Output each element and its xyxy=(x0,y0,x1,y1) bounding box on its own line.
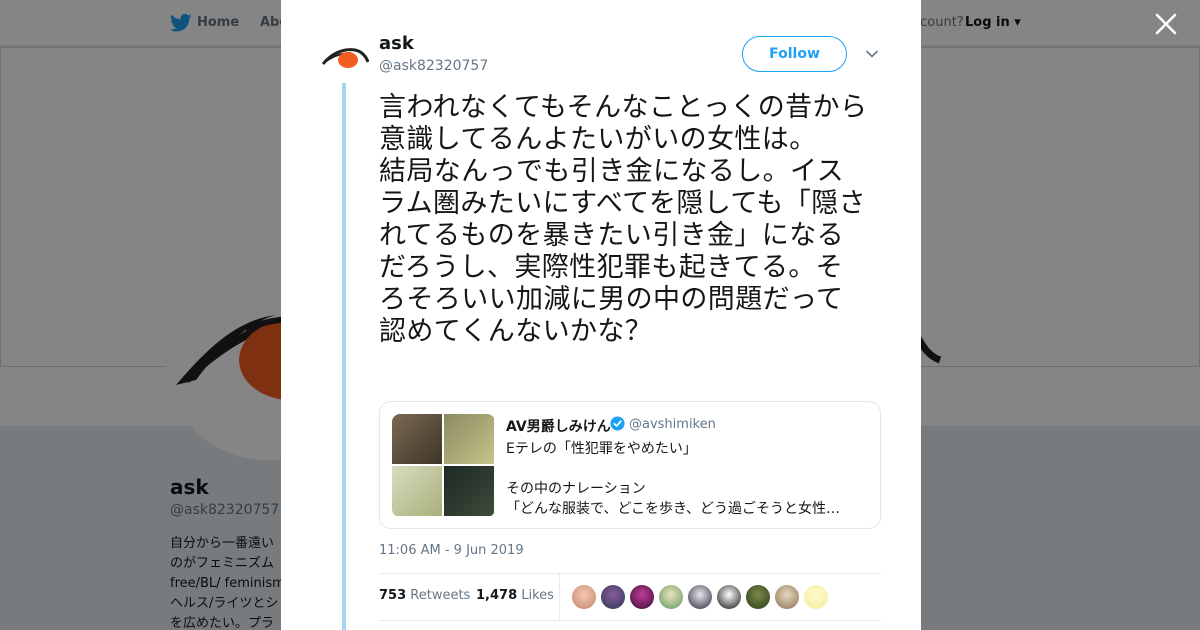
thread-line xyxy=(342,83,346,630)
liker-avatar[interactable] xyxy=(658,584,684,610)
retweets-label: Retweets xyxy=(410,588,471,603)
divider xyxy=(379,573,881,574)
quoted-text-line: 「どんな服装で、どこを歩き、どう過ごそうと女性… xyxy=(506,501,841,517)
retweets-stat[interactable]: 753 Retweets xyxy=(379,588,470,603)
tweet-text: 言われなくてもそんなことっくの昔から意識してるんよたいがいの女性は。 結局なんっ… xyxy=(379,92,869,348)
retweets-count: 753 xyxy=(379,588,407,603)
likes-count: 1,478 xyxy=(476,588,518,603)
tweet-modal: ask @ask82320757 Follow 言われなくてもそんなことっくの昔… xyxy=(281,0,921,630)
liker-avatar[interactable] xyxy=(774,584,800,610)
likes-stat[interactable]: 1,478 Likes xyxy=(476,588,554,603)
tweet-paragraph: 結局なんっでも引き金になるし。イスラム圏みたいにすべてを隠しても「隠されてるもの… xyxy=(379,156,866,347)
follow-button[interactable]: Follow xyxy=(742,36,847,72)
liker-avatar[interactable] xyxy=(716,584,742,610)
quoted-author-handle: @avshimiken xyxy=(629,417,716,432)
liker-avatar[interactable] xyxy=(745,584,771,610)
divider xyxy=(379,620,881,621)
liker-avatar[interactable] xyxy=(687,584,713,610)
quoted-text-line: その中のナレーション xyxy=(506,481,646,497)
liker-avatar[interactable] xyxy=(600,584,626,610)
media-thumbnail xyxy=(444,466,494,516)
verified-badge-icon xyxy=(610,416,625,431)
author-avatar[interactable] xyxy=(321,38,369,86)
author-name[interactable]: ask xyxy=(379,33,414,54)
liker-avatar[interactable] xyxy=(803,584,829,610)
media-thumbnail xyxy=(444,414,494,464)
tweet-timestamp[interactable]: 11:06 AM - 9 Jun 2019 xyxy=(379,543,524,558)
quoted-text-line: Eテレの「性犯罪をやめたい」 xyxy=(506,441,697,457)
tweet-paragraph: 言われなくてもそんなことっくの昔から意識してるんよたいがいの女性は。 xyxy=(379,92,868,155)
close-icon[interactable] xyxy=(1152,10,1180,38)
quoted-author-name: AV男爵しみけん xyxy=(506,419,611,435)
chevron-down-icon[interactable] xyxy=(864,46,880,62)
quoted-tweet[interactable]: AV男爵しみけん @avshimiken Eテレの「性犯罪をやめたい」 その中の… xyxy=(379,401,881,529)
liker-avatar[interactable] xyxy=(629,584,655,610)
divider xyxy=(559,574,560,620)
quoted-media-grid xyxy=(392,414,495,517)
likes-label: Likes xyxy=(521,588,554,603)
media-thumbnail xyxy=(392,466,442,516)
author-handle[interactable]: @ask82320757 xyxy=(379,58,488,74)
media-thumbnail xyxy=(392,414,442,464)
liker-avatar[interactable] xyxy=(571,584,597,610)
